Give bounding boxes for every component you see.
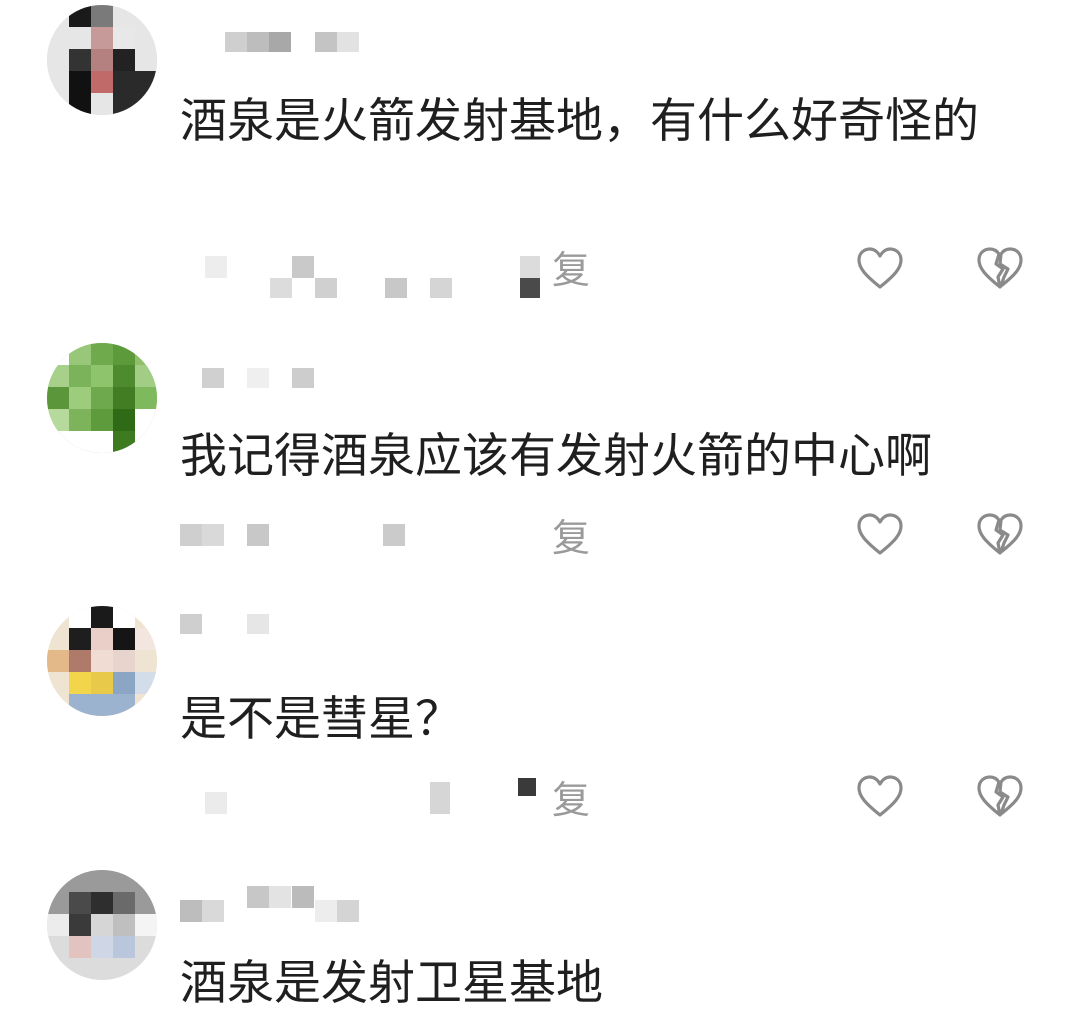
avatar[interactable] xyxy=(47,870,157,980)
broken-heart-icon[interactable] xyxy=(975,510,1025,560)
reply-button[interactable]: 复 xyxy=(552,244,590,296)
avatar[interactable] xyxy=(47,343,157,453)
comment-text: 我记得酒泉应该有发射火箭的中心啊 xyxy=(180,429,932,484)
heart-icon[interactable] xyxy=(855,772,905,822)
timestamp-redacted xyxy=(205,792,227,814)
heart-icon[interactable] xyxy=(855,510,905,560)
comment-meta: 复 xyxy=(0,242,1080,302)
comment-meta: 复 xyxy=(0,508,1080,568)
avatar[interactable] xyxy=(47,606,157,716)
reply-button[interactable]: 复 xyxy=(552,774,590,826)
avatar[interactable] xyxy=(47,5,157,115)
timestamp-redacted xyxy=(205,256,227,278)
comment-meta: 复 xyxy=(0,770,1080,830)
comment-text: 酒泉是火箭发射基地，有什么好奇怪的 xyxy=(180,94,979,149)
broken-heart-icon[interactable] xyxy=(975,772,1025,822)
broken-heart-icon[interactable] xyxy=(975,244,1025,294)
comment-text: 是不是彗星？ xyxy=(180,692,462,747)
heart-icon[interactable] xyxy=(855,244,905,294)
reply-button[interactable]: 复 xyxy=(552,512,590,564)
comment-text: 酒泉是发射卫星基地 xyxy=(180,956,603,1011)
timestamp-redacted xyxy=(180,524,202,546)
